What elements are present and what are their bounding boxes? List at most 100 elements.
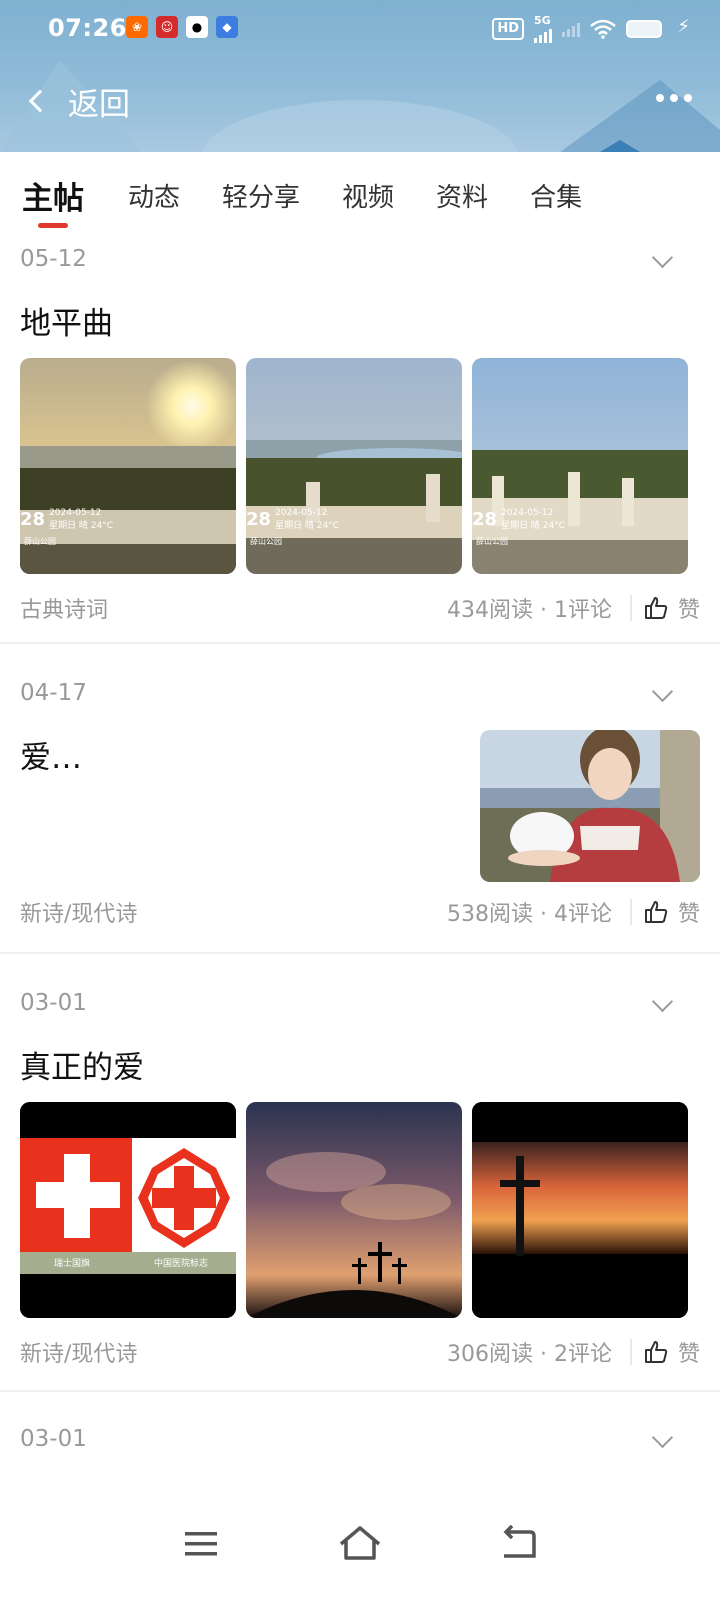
notification-icons: ❀ ☺ ● ◆ (126, 16, 238, 38)
nav-bar: 返回 (0, 70, 720, 134)
divider (629, 899, 632, 925)
post-date: 05-12 (20, 246, 87, 272)
like-button[interactable]: 赞 (644, 896, 700, 928)
watermark-weather: 星期日 晴 24°C (501, 521, 566, 531)
chevron-down-icon[interactable] (651, 680, 674, 703)
like-label: 赞 (677, 902, 700, 927)
post-image[interactable] (246, 1102, 462, 1318)
system-nav-bar (0, 1490, 720, 1600)
status-time: 07:26 (48, 14, 127, 42)
app-notification-icon: ☺ (156, 16, 178, 38)
watermark-place: 薛山公园 (476, 537, 508, 546)
post-image[interactable]: 28 2024-05-12 星期日 晴 24°C 薛山公园 (20, 358, 236, 574)
post-footer: 新诗/现代诗 538阅读 · 4评论 赞 (20, 892, 700, 932)
back-button[interactable]: 返回 (20, 76, 130, 126)
tab-label: 视频 (342, 182, 395, 213)
chevron-down-icon[interactable] (651, 1426, 674, 1449)
post-date: 03-01 (20, 1426, 87, 1452)
signal-secondary-icon (562, 21, 580, 37)
thumbs-up-icon (644, 597, 668, 619)
signal-icon (534, 27, 552, 43)
watermark-date: 2024-05-12 (275, 508, 328, 518)
watermark-day: 28 (246, 509, 272, 530)
post-title: 真正的爱 (20, 1050, 144, 1086)
post-images: 瑞士国旗 中国医院标志 (20, 1102, 688, 1318)
app-notification-icon: ❀ (126, 16, 148, 38)
post-image[interactable]: 28 2024-05-12 星期日 晴 24°C 薛山公园 (246, 358, 462, 574)
back-label: 返回 (68, 86, 130, 123)
tab-video[interactable]: 视频 (342, 175, 394, 214)
tab-light-share[interactable]: 轻分享 (222, 175, 300, 214)
flag-caption: 瑞士国旗 (54, 1259, 91, 1269)
post-footer: 新诗/现代诗 306阅读 · 2评论 赞 (20, 1332, 700, 1372)
battery-icon (626, 19, 662, 38)
post-date: 04-17 (20, 680, 87, 706)
post-item[interactable]: 03-01 真正的爱 瑞士国旗 中国医院标志 新诗/现代诗 306阅读 · 2评… (0, 980, 720, 1392)
post-image[interactable]: 28 2024-05-12 星期日 晴 24°C 薛山公园 (472, 358, 688, 574)
flag-caption: 中国医院标志 (154, 1259, 209, 1269)
post-stats: 434阅读 · 1评论 (447, 598, 612, 623)
back-chevron-icon (28, 89, 52, 113)
charging-icon: ⚡ (677, 16, 690, 37)
chevron-down-icon[interactable] (651, 990, 674, 1013)
watermark-weather: 星期日 晴 24°C (49, 521, 114, 531)
post-image[interactable] (472, 1102, 688, 1318)
like-label: 赞 (677, 598, 700, 623)
divider (629, 1339, 632, 1365)
photo-watermark: 28 2024-05-12 星期日 晴 24°C (472, 508, 565, 531)
tab-activity[interactable]: 动态 (128, 175, 180, 214)
divider (629, 595, 632, 621)
post-image[interactable] (480, 730, 700, 882)
status-bar: 07:26 ❀ ☺ ● ◆ HD 5G ⚡ (0, 0, 720, 58)
post-item[interactable]: 03-01 (0, 1416, 720, 1496)
qq-icon: ● (186, 16, 208, 38)
thumbs-up-icon (644, 1341, 668, 1363)
tab-label: 资料 (436, 182, 489, 213)
status-indicators: HD 5G (492, 14, 662, 43)
more-options-button[interactable] (656, 86, 692, 110)
watermark-day: 28 (472, 509, 498, 530)
menu-icon[interactable] (176, 1518, 226, 1568)
post-category[interactable]: 新诗/现代诗 (20, 1336, 137, 1368)
post-stats: 306阅读 · 2评论 (447, 1342, 612, 1367)
watermark-day: 28 (20, 509, 46, 530)
network-type: 5G (534, 14, 551, 27)
tab-materials[interactable]: 资料 (436, 175, 488, 214)
tab-label: 主帖 (22, 180, 84, 217)
watermark-weather: 星期日 晴 24°C (275, 521, 340, 531)
watermark-place: 薛山公园 (250, 537, 282, 546)
hd-icon: HD (492, 17, 524, 40)
back-nav-icon[interactable] (494, 1518, 544, 1568)
post-category[interactable]: 新诗/现代诗 (20, 896, 137, 928)
watermark-place: 薛山公园 (24, 537, 56, 546)
tab-main-posts[interactable]: 主帖 (22, 171, 84, 228)
photo-watermark: 28 2024-05-12 星期日 晴 24°C (20, 508, 113, 531)
tab-label: 合集 (530, 182, 583, 213)
like-button[interactable]: 赞 (644, 1336, 700, 1368)
watermark-date: 2024-05-12 (501, 508, 554, 518)
watermark-date: 2024-05-12 (49, 508, 102, 518)
tab-label: 动态 (128, 182, 181, 213)
thumbs-up-icon (644, 901, 668, 923)
tab-bar: 主帖 动态 轻分享 视频 资料 合集 (0, 152, 720, 236)
more-dot-icon (656, 94, 664, 102)
post-item[interactable]: 05-12 地平曲 28 2024-05-12 星期日 晴 24°C 薛山公园 … (0, 236, 720, 644)
header-banner: 07:26 ❀ ☺ ● ◆ HD 5G ⚡ 返回 (0, 0, 720, 152)
chevron-down-icon[interactable] (651, 246, 674, 269)
post-footer: 古典诗词 434阅读 · 1评论 赞 (20, 588, 700, 628)
post-item[interactable]: 04-17 爱… 新诗/现代诗 538阅读 · 4评论 赞 (0, 670, 720, 954)
home-icon[interactable] (335, 1518, 385, 1568)
post-title: 地平曲 (20, 306, 113, 342)
photo-watermark: 28 2024-05-12 星期日 晴 24°C (246, 508, 339, 531)
app-notification-icon: ◆ (216, 16, 238, 38)
like-button[interactable]: 赞 (644, 592, 700, 624)
post-stats: 538阅读 · 4评论 (447, 902, 612, 927)
more-dot-icon (684, 94, 692, 102)
active-tab-indicator (38, 222, 68, 228)
post-date: 03-01 (20, 990, 87, 1016)
post-image[interactable]: 瑞士国旗 中国医院标志 (20, 1102, 236, 1318)
post-title: 爱… (20, 740, 82, 776)
tab-collections[interactable]: 合集 (530, 175, 582, 214)
post-category[interactable]: 古典诗词 (20, 592, 108, 624)
more-dot-icon (670, 94, 678, 102)
